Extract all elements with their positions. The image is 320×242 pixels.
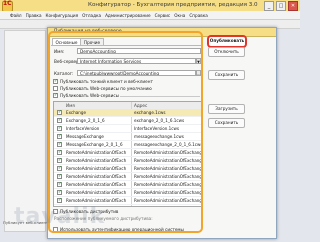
service-name-cell: RemoteAdministrationOfExchange	[66, 158, 126, 163]
service-address-cell: InterfaceVersion.1cws	[134, 126, 180, 131]
service-address-cell: RemoteAdministrationOfExchange	[134, 158, 202, 163]
service-address-cell: RemoteAdministrationOfExchange	[134, 150, 202, 155]
load-button[interactable]: Загрузить	[208, 104, 245, 114]
column-name-header: Имя	[66, 103, 75, 108]
menu-edit[interactable]: Правка	[26, 13, 42, 18]
row-checkbox[interactable]	[57, 110, 62, 115]
browse-icon[interactable]: …	[196, 70, 201, 76]
table-row[interactable]: RemoteAdministrationOfExchange RemoteAdmi…	[54, 165, 202, 173]
dialog-title: Публикация на веб-сервере	[54, 29, 122, 34]
menu-windows[interactable]: Окна	[174, 13, 185, 18]
catalog-label: Каталог:	[54, 71, 74, 76]
webserver-select[interactable]: Internet Information Services	[77, 58, 196, 64]
row-checkbox[interactable]	[57, 126, 62, 131]
web-services-checkbox[interactable]	[53, 93, 58, 98]
service-address-cell: RemoteAdministrationOfExchange	[134, 198, 202, 203]
service-name-cell: RemoteAdministrationOfExchange	[66, 174, 126, 179]
service-address-cell: RemoteAdministrationOfExchange	[134, 182, 202, 187]
table-row[interactable]: RemoteAdministrationOfExchange RemoteAdmi…	[54, 189, 202, 197]
row-checkbox[interactable]	[57, 118, 62, 123]
config-tree-panel	[4, 30, 46, 232]
menu-configuration[interactable]: Конфигурация	[46, 13, 79, 18]
menu-help[interactable]: Справка	[189, 13, 207, 18]
table-row[interactable]: MessageExchange_2_0_1_6 messageexchange_2…	[54, 141, 202, 149]
thin-client-label: Публиковать тонкий клиент и веб-клиент	[60, 79, 153, 84]
table-row[interactable]: RemoteAdministrationOfExchange RemoteAdmi…	[54, 149, 202, 157]
web-services-group-label: Публиковать Web-сервисы	[60, 93, 119, 98]
table-row[interactable]: MessageExchange messageexchange.1cws	[54, 133, 202, 141]
name-field[interactable]: DemoAccounting	[77, 48, 201, 54]
service-address-cell: RemoteAdministrationOfExchange	[134, 190, 202, 195]
default-ws-checkbox[interactable]	[53, 86, 58, 91]
table-row[interactable]: RemoteAdministrationOfExchange RemoteAdmi…	[54, 157, 202, 165]
service-name-cell: RemoteAdministrationOfExchange	[66, 166, 126, 171]
table-row[interactable]: RemoteAdministrationOfExchange RemoteAdmi…	[54, 181, 202, 189]
table-row[interactable]: Exchange exchange.1cws	[54, 109, 202, 117]
row-checkbox[interactable]	[57, 142, 62, 147]
table-row[interactable]: Exchange_2_0_1_6 exchange_2_0_1_6.1cws	[54, 117, 202, 125]
row-checkbox[interactable]	[57, 198, 62, 203]
service-name-cell: RemoteAdministrationOfExchange	[66, 150, 126, 155]
service-name-cell: RemoteAdministrationOfExchange	[66, 182, 126, 187]
table-row[interactable]: InterfaceVersion InterfaceVersion.1cws	[54, 125, 202, 133]
service-name-cell: MessageExchange	[66, 134, 104, 139]
service-name-cell: RemoteAdministrationOfExchange	[66, 198, 126, 203]
chevron-down-icon[interactable]: ▼	[196, 58, 201, 64]
service-address-cell: messageexchange.1cws	[134, 134, 184, 139]
service-address-cell: messageexchange_2_0_1_6.1cws	[134, 142, 202, 147]
table-body: Exchange exchange.1cws Exchange_2_0_1_6 exc…	[54, 109, 202, 205]
row-checkbox[interactable]	[57, 150, 62, 155]
service-name-cell: InterfaceVersion	[66, 126, 100, 131]
service-address-cell: RemoteAdministrationOfExchange	[134, 174, 202, 179]
menu-bar: Файл Правка Конфигурация Отладка Админис…	[0, 11, 300, 20]
default-ws-label: Публиковать Web-сервисы по умолчанию	[60, 86, 152, 91]
web-services-table: Имя Адрес Exchange exchange.1cws Exchange_…	[53, 101, 203, 207]
menu-debug[interactable]: Отладка	[82, 13, 101, 18]
service-name-cell: Exchange	[66, 110, 87, 115]
thin-client-checkbox[interactable]	[53, 79, 58, 84]
minimize-button[interactable]: _	[264, 1, 274, 11]
service-address-cell: RemoteAdministrationOfExchange	[134, 166, 202, 171]
service-name-cell: RemoteAdministrationOfExchange	[66, 190, 126, 195]
unpublish-button[interactable]: Отключить	[208, 47, 245, 57]
tab-divider	[51, 45, 201, 46]
table-row[interactable]: RemoteAdministrationOfExchange RemoteAdmi…	[54, 173, 202, 181]
menu-file[interactable]: Файл	[10, 13, 22, 18]
group-divider	[120, 96, 200, 97]
name-label: Имя:	[54, 49, 65, 54]
save-button[interactable]: Сохранить	[208, 70, 245, 80]
app-title: Конфигуратор - Бухгалтерия предприятия, …	[88, 2, 258, 8]
app-logo-text: 1C	[3, 0, 12, 7]
row-checkbox[interactable]	[57, 190, 62, 195]
watermark-logo: tavalik	[14, 204, 106, 229]
row-checkbox[interactable]	[57, 182, 62, 187]
row-checkbox[interactable]	[57, 174, 62, 179]
row-checkbox[interactable]	[57, 166, 62, 171]
maximize-button[interactable]: □	[276, 1, 286, 11]
menu-administration[interactable]: Администрирование	[105, 13, 151, 18]
window-controls: _ □ ✕	[264, 1, 298, 11]
catalog-field[interactable]: C:\inetpub\wwwroot\DemoAccounting	[77, 70, 196, 76]
service-address-cell: exchange_2_0_1_6.1cws	[134, 118, 185, 123]
save-button-2[interactable]: Сохранить	[208, 118, 245, 128]
service-name-cell: Exchange_2_0_1_6	[66, 118, 105, 123]
row-checkbox[interactable]	[57, 134, 62, 139]
close-button[interactable]: ✕	[288, 1, 298, 11]
column-address-header: Адрес	[134, 103, 148, 108]
row-checkbox[interactable]	[57, 158, 62, 163]
menu-service[interactable]: Сервис	[155, 13, 171, 18]
service-name-cell: MessageExchange_2_0_1_6	[66, 142, 123, 147]
service-address-cell: exchange.1cws	[134, 110, 166, 115]
